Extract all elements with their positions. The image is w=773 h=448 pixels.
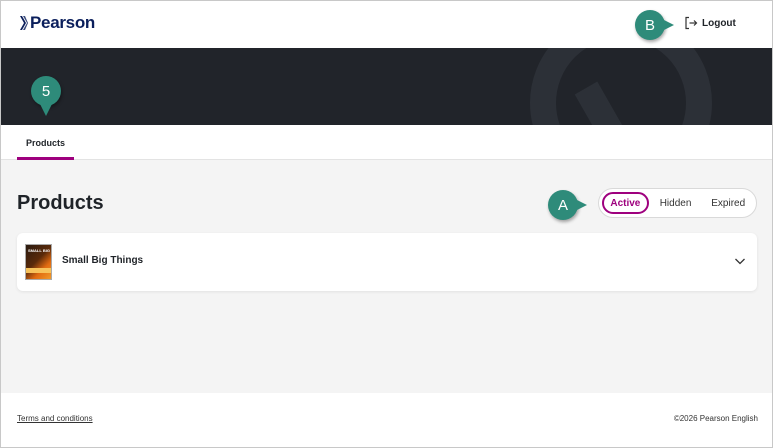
tab-bar: Products bbox=[1, 125, 772, 160]
page-title: Products bbox=[17, 192, 104, 214]
logo-text: Pearson bbox=[30, 13, 95, 32]
cover-stripe bbox=[26, 268, 51, 273]
callout-5: 5 bbox=[31, 76, 61, 116]
logout-label: Logout bbox=[702, 17, 736, 29]
copyright-text: ©2026 Pearson English bbox=[673, 414, 758, 423]
callout-b: B bbox=[635, 10, 674, 40]
product-title: Small Big Things bbox=[62, 255, 144, 266]
product-cover-image: SMALL BIG bbox=[25, 244, 52, 280]
page-footer: Terms and conditions ©2026 Pearson Engli… bbox=[1, 393, 772, 447]
callout-a: A bbox=[548, 190, 587, 220]
logout-icon bbox=[685, 16, 698, 30]
cover-title: SMALL BIG bbox=[28, 248, 50, 253]
callout-b-label: B bbox=[644, 16, 655, 34]
tab-products-label: Products bbox=[25, 137, 65, 148]
filter-active[interactable]: Active bbox=[602, 192, 649, 214]
top-header: Pearson Logout B bbox=[1, 1, 772, 48]
callout-5-label: 5 bbox=[41, 82, 51, 100]
main-content: Products Active Hidden Expired SMALL BIG… bbox=[1, 160, 772, 393]
pearson-logo-icon bbox=[20, 16, 28, 30]
filter-hidden[interactable]: Hidden bbox=[651, 192, 701, 214]
terms-link[interactable]: Terms and conditions bbox=[17, 414, 93, 423]
product-card[interactable]: SMALL BIG Small Big Things bbox=[17, 233, 757, 291]
pearson-logo[interactable]: Pearson bbox=[20, 13, 95, 33]
banner-decoration bbox=[530, 48, 712, 125]
callout-a-label: A bbox=[557, 196, 568, 214]
product-status-filter: Active Hidden Expired bbox=[598, 188, 757, 218]
logout-button[interactable]: Logout bbox=[684, 16, 736, 30]
chevron-down-icon[interactable] bbox=[734, 255, 746, 267]
filter-expired[interactable]: Expired bbox=[700, 192, 756, 214]
hero-banner bbox=[1, 48, 772, 125]
tab-products[interactable]: Products bbox=[17, 125, 74, 160]
app-frame: Pearson Logout B 5 Products Products Act… bbox=[0, 0, 773, 448]
